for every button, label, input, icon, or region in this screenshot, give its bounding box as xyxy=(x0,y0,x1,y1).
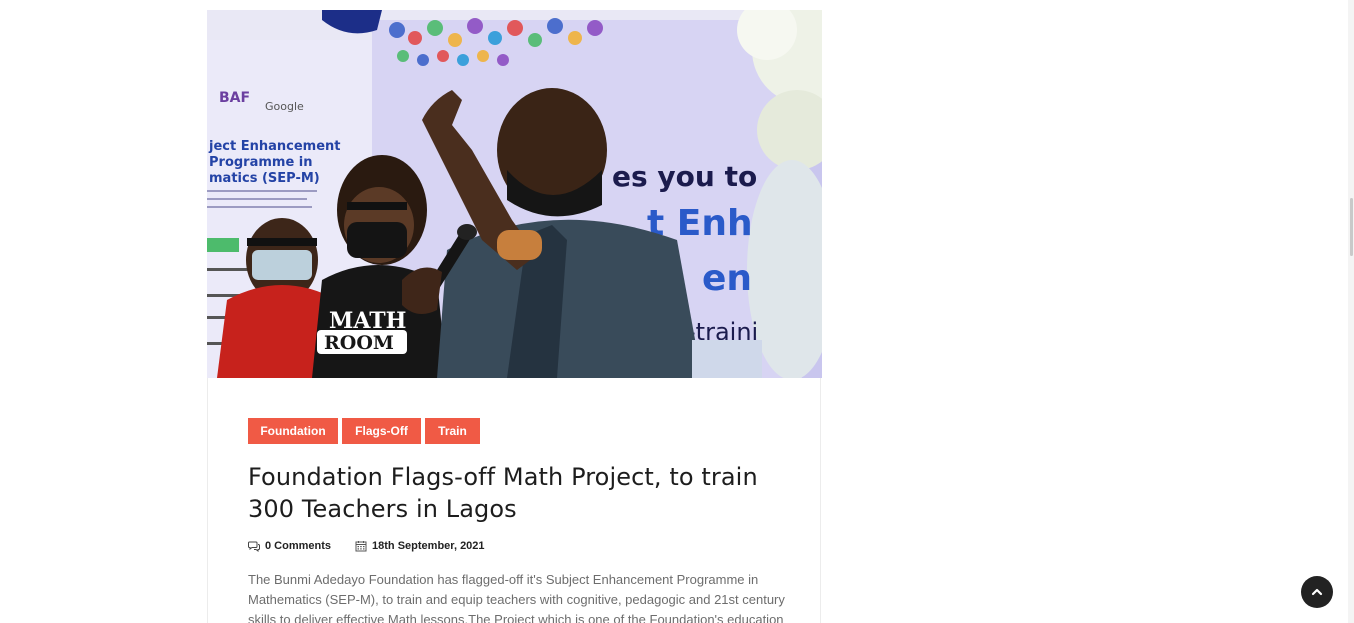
post-body: Foundation Flags-Off Train Foundation Fl… xyxy=(248,418,788,623)
page: BAF Google ject Enhancement Programme in… xyxy=(0,0,1354,623)
tag-train[interactable]: Train xyxy=(425,418,480,444)
tag-flags-off[interactable]: Flags-Off xyxy=(342,418,421,444)
tag-foundation[interactable]: Foundation xyxy=(248,418,338,444)
backdrop-line-1: es you to xyxy=(612,160,757,193)
banner-program-3: matics (SEP-M) xyxy=(209,171,320,186)
post-meta: 0 Comments 18th September, 2021 xyxy=(248,539,788,553)
post-excerpt: The Bunmi Adedayo Foundation has flagged… xyxy=(248,572,785,623)
scrollbar[interactable] xyxy=(1348,0,1354,623)
featured-image[interactable]: BAF Google ject Enhancement Programme in… xyxy=(207,10,822,378)
comments-link[interactable]: 0 Comments xyxy=(248,540,331,552)
calendar-icon xyxy=(355,541,367,552)
shirt-line-2: ROOM xyxy=(324,332,394,354)
scrollbar-thumb[interactable] xyxy=(1350,198,1353,256)
comment-icon xyxy=(248,541,260,552)
banner-partner: Google xyxy=(265,100,304,113)
category-tags: Foundation Flags-Off Train xyxy=(248,418,788,444)
comments-count: 0 Comments xyxy=(265,540,332,552)
chevron-up-icon xyxy=(1311,588,1323,596)
back-to-top-button[interactable] xyxy=(1301,576,1333,608)
post-date-text: 18th September, 2021 xyxy=(372,540,485,552)
banner-program-2: Programme in xyxy=(209,155,313,170)
post-date: 18th September, 2021 xyxy=(355,540,485,552)
banner-org: BAF xyxy=(219,90,250,106)
banner-program-1: ject Enhancement xyxy=(208,139,341,154)
post-title[interactable]: Foundation Flags-off Math Project, to tr… xyxy=(248,461,788,525)
backdrop-line-3: en xyxy=(702,258,752,299)
